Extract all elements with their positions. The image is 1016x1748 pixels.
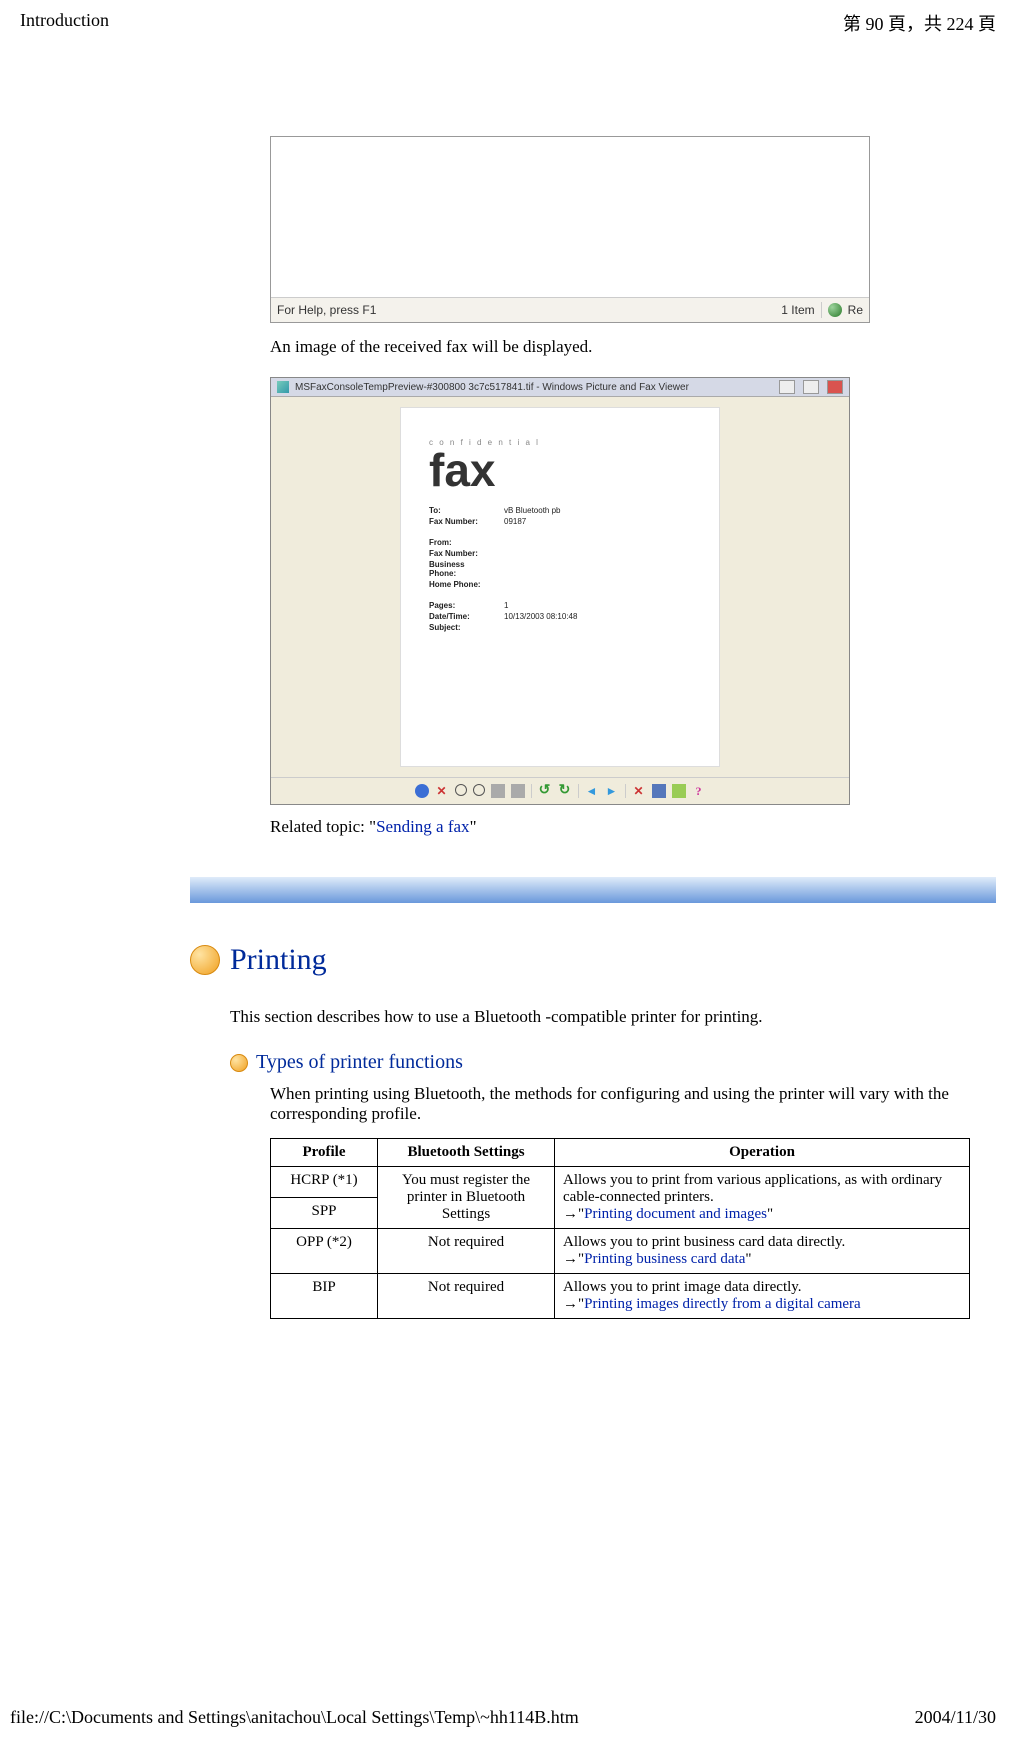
doc-title: Introduction bbox=[20, 10, 109, 36]
next-icon: ► bbox=[605, 784, 619, 798]
page-header: Introduction 第 90 頁，共 224 頁 bbox=[20, 10, 996, 36]
stop-icon bbox=[415, 784, 429, 798]
th-profile: Profile bbox=[271, 1139, 378, 1167]
bullet-icon bbox=[230, 1054, 248, 1072]
save-icon bbox=[652, 784, 666, 798]
footer-date: 2004/11/30 bbox=[915, 1707, 996, 1728]
prev-icon: ◄ bbox=[585, 784, 599, 798]
print-icon bbox=[491, 784, 505, 798]
delete-icon: ✕ bbox=[435, 784, 449, 798]
fax-preview-page: c o n f i d e n t i a l fax To:vB Blueto… bbox=[400, 407, 720, 767]
footer-path: file://C:\Documents and Settings\anitach… bbox=[10, 1707, 579, 1728]
rotate-right-icon: ↻ bbox=[558, 784, 572, 798]
bullet-icon bbox=[190, 945, 220, 975]
subsection-title: Types of printer functions bbox=[256, 1051, 463, 1074]
table-row: BIP Not required Allows you to print ima… bbox=[271, 1274, 970, 1319]
related-topic: Related topic: "Sending a fax" bbox=[270, 817, 996, 837]
section-divider bbox=[190, 877, 996, 903]
link-printing-business-card[interactable]: Printing business card data bbox=[584, 1251, 745, 1267]
th-bluetooth: Bluetooth Settings bbox=[378, 1139, 555, 1167]
section-header: Printing bbox=[190, 943, 996, 977]
viewer-toolbar: ✕ ↺ ↻ ◄ ► ✕ ? bbox=[271, 777, 849, 804]
zoom-out-icon bbox=[473, 784, 485, 796]
screenshot-picture-viewer: MSFaxConsoleTempPreview-#300800 3c7c5178… bbox=[270, 377, 850, 805]
page-count: 第 90 頁，共 224 頁 bbox=[843, 10, 996, 36]
help-icon: ? bbox=[692, 784, 706, 798]
trash-icon: ✕ bbox=[632, 784, 646, 798]
refresh-icon bbox=[828, 303, 842, 317]
app-icon bbox=[277, 381, 289, 393]
window-title: MSFaxConsoleTempPreview-#300800 3c7c5178… bbox=[295, 382, 689, 393]
zoom-in-icon bbox=[455, 784, 467, 796]
fit-icon bbox=[511, 784, 525, 798]
table-row: OPP (*2) Not required Allows you to prin… bbox=[271, 1229, 970, 1274]
section-intro: This section describes how to use a Blue… bbox=[230, 1007, 996, 1027]
subsection-header: Types of printer functions bbox=[230, 1051, 996, 1074]
status-re-label: Re bbox=[848, 303, 863, 317]
section-title-printing: Printing bbox=[230, 943, 327, 977]
link-printing-documents[interactable]: Printing document and images bbox=[584, 1206, 767, 1222]
maximize-icon bbox=[803, 380, 819, 394]
rotate-left-icon: ↺ bbox=[538, 784, 552, 798]
th-operation: Operation bbox=[555, 1139, 970, 1167]
page-footer: file://C:\Documents and Settings\anitach… bbox=[10, 1707, 996, 1728]
status-item-count: 1 Item bbox=[781, 303, 814, 317]
link-sending-fax[interactable]: Sending a fax bbox=[376, 817, 469, 836]
table-row: HCRP (*1) You must register the printer … bbox=[271, 1167, 970, 1198]
profile-table: Profile Bluetooth Settings Operation HCR… bbox=[270, 1138, 970, 1319]
close-icon bbox=[827, 380, 843, 394]
caption-received-fax: An image of the received fax will be dis… bbox=[270, 337, 996, 357]
link-printing-images-camera[interactable]: Printing images directly from a digital … bbox=[584, 1296, 861, 1312]
screenshot-fax-console: For Help, press F1 1 Item Re bbox=[270, 136, 870, 323]
subsection-intro: When printing using Bluetooth, the metho… bbox=[270, 1084, 996, 1124]
copy-icon bbox=[672, 784, 686, 798]
status-help-text: For Help, press F1 bbox=[277, 303, 376, 317]
minimize-icon bbox=[779, 380, 795, 394]
